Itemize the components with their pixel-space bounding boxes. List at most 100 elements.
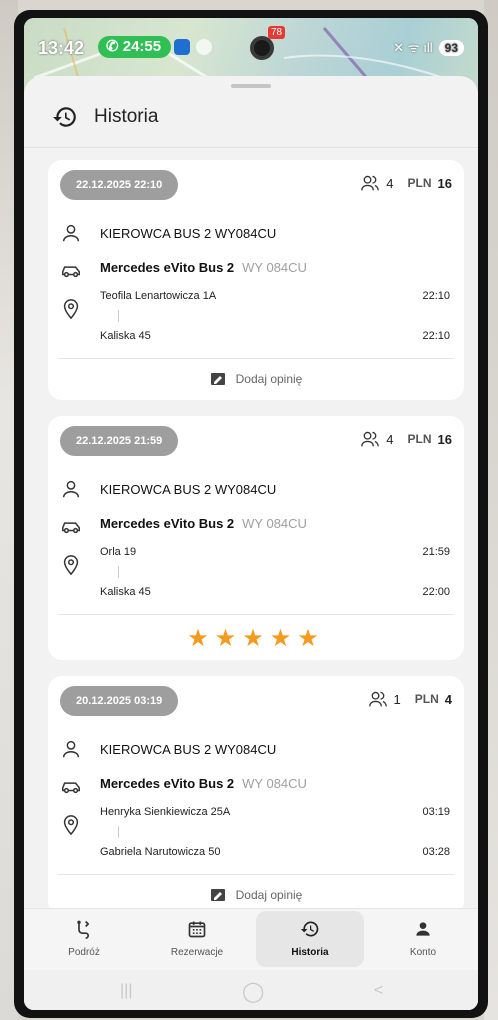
nav-tab-historia[interactable]: Historia: [256, 911, 364, 967]
route-connector: [118, 310, 119, 322]
vehicle-plate: WY 084CU: [242, 260, 307, 275]
nav-tab-konto[interactable]: Konto: [369, 911, 477, 967]
call-indicator[interactable]: ✆ 24:55: [98, 36, 172, 58]
card-divider: [58, 614, 454, 615]
dropoff-address: Gabriela Narutowicza 50: [100, 846, 221, 858]
add-review-label: Dodaj opinię: [235, 888, 303, 902]
price: 16: [437, 431, 452, 447]
calendar-icon: [188, 921, 206, 938]
card-divider: [58, 358, 454, 359]
dropoff-time: 22:10: [422, 330, 450, 342]
notification-badge: 78: [268, 26, 286, 39]
dropoff-time: 22:00: [422, 586, 450, 598]
add-review-label: Dodaj opinię: [235, 372, 303, 386]
status-time: 13:42: [38, 38, 85, 58]
currency: PLN: [407, 176, 432, 190]
passenger-count: 4: [386, 175, 394, 191]
person-icon: [62, 740, 80, 758]
person-icon: [62, 224, 80, 242]
add-review-button[interactable]: Dodaj opinię: [48, 372, 464, 386]
history-icon: [300, 921, 319, 937]
page-header: Historia: [24, 100, 478, 146]
vehicle-plate: WY 084CU: [242, 776, 307, 791]
review-edit-icon: [210, 373, 225, 385]
review-edit-icon: [210, 889, 225, 901]
passengers-icon: [361, 175, 380, 191]
vehicle-plate: WY 084CU: [242, 516, 307, 531]
pickup-time: 03:19: [422, 806, 450, 818]
nav-tab-rezerwacje[interactable]: Rezerwacje: [143, 911, 251, 967]
pickup-address: Teofila Lenartowicza 1A: [100, 290, 217, 302]
status-right: ✕ ᯤ ıll 93: [393, 38, 464, 56]
car-icon: [62, 266, 80, 278]
currency: PLN: [414, 692, 439, 706]
rating-stars: ★★★★★: [187, 625, 325, 652]
pickup-address: Orla 19: [100, 546, 137, 558]
person-icon: [416, 922, 430, 936]
location-pin-icon: [63, 815, 79, 836]
vehicle: Mercedes eVito Bus 2 WY 084CU: [100, 516, 307, 531]
call-timer: 24:55: [122, 38, 162, 55]
page-title: Historia: [94, 106, 159, 127]
nav-label: Konto: [409, 947, 437, 958]
car-icon: [62, 522, 80, 534]
vehicle-name: Mercedes eVito Bus 2: [100, 776, 235, 791]
history-icon: [53, 107, 76, 127]
car-icon: [62, 782, 80, 794]
route-connector: [118, 826, 119, 838]
ride-card[interactable]: 20.12.2025 03:19 1 PLN 4 KIEROWCA BUS 2 …: [48, 676, 464, 908]
location-pin-icon: [63, 555, 79, 576]
passengers-icon: [368, 691, 387, 707]
add-review-button[interactable]: Dodaj opinię: [48, 888, 464, 902]
dropoff-address: Kaliska 45: [100, 586, 151, 598]
nav-tab-podroz[interactable]: Podróż: [30, 911, 138, 967]
ride-date: 22.12.2025 22:10: [60, 170, 179, 200]
ride-meta: 1 PLN 4: [368, 690, 452, 708]
driver-name: KIEROWCA BUS 2 WY084CU: [100, 742, 277, 757]
front-camera: [250, 36, 274, 60]
ride-card[interactable]: 22.12.2025 22:10 4 PLN 16 KIEROWCA BUS 2…: [48, 160, 464, 400]
location-pin-icon: [63, 299, 79, 320]
passenger-count: 4: [386, 431, 394, 447]
vehicle-name: Mercedes eVito Bus 2: [100, 516, 235, 531]
history-sheet: Historia 22.12.2025 22:10 4 PLN 16 KIERO…: [24, 76, 478, 1010]
nav-label: Podróż: [68, 947, 100, 958]
phone-frame: 13:42 ✆ 24:55 78 ✕ ᯤ ıll 93 Historia 22.…: [14, 10, 488, 1018]
card-divider: [58, 874, 454, 875]
nav-label: Rezerwacje: [170, 947, 224, 958]
bottom-navigation: Podróż Rezerwacje Historia Konto: [24, 908, 478, 970]
price: 16: [437, 175, 452, 191]
vehicle-name: Mercedes eVito Bus 2: [100, 260, 235, 275]
pickup-time: 21:59: [422, 546, 450, 558]
status-bar: 13:42 ✆ 24:55 78 ✕ ᯤ ıll 93: [24, 26, 478, 64]
dropoff-address: Kaliska 45: [100, 330, 151, 342]
drag-handle[interactable]: [231, 84, 271, 88]
price: 4: [444, 691, 452, 707]
vehicle: Mercedes eVito Bus 2 WY 084CU: [100, 260, 307, 275]
vehicle: Mercedes eVito Bus 2 WY 084CU: [100, 776, 307, 791]
pickup-address: Henryka Sienkiewicza 25A: [100, 806, 231, 818]
recent-apps-button[interactable]: |||: [120, 982, 132, 1000]
system-navigation-bar: ||| ◯ <: [24, 970, 478, 1010]
home-button[interactable]: ◯: [242, 979, 264, 1004]
back-button[interactable]: <: [374, 982, 383, 1000]
driver-name: KIEROWCA BUS 2 WY084CU: [100, 482, 277, 497]
passengers-icon: [361, 431, 380, 447]
route-connector: [118, 566, 119, 578]
ride-meta: 4 PLN 16: [360, 174, 452, 192]
messenger-icon: [196, 39, 212, 55]
nav-label: Historia: [291, 947, 329, 958]
ride-meta: 4 PLN 16: [360, 430, 452, 448]
driver-name: KIEROWCA BUS 2 WY084CU: [100, 226, 277, 241]
ride-date: 20.12.2025 03:19: [60, 686, 179, 716]
ride-card[interactable]: 22.12.2025 21:59 4 PLN 16 KIEROWCA BUS 2…: [48, 416, 464, 660]
currency: PLN: [407, 432, 432, 446]
route-icon: [77, 920, 90, 939]
person-icon: [62, 480, 80, 498]
phone-screen: 13:42 ✆ 24:55 78 ✕ ᯤ ıll 93 Historia 22.…: [24, 18, 478, 1010]
battery-indicator: 93: [438, 40, 464, 56]
ride-history-list[interactable]: 22.12.2025 22:10 4 PLN 16 KIEROWCA BUS 2…: [24, 148, 478, 908]
pickup-time: 22:10: [422, 290, 450, 302]
ride-date: 22.12.2025 21:59: [60, 426, 179, 456]
dropoff-time: 03:28: [422, 846, 450, 858]
